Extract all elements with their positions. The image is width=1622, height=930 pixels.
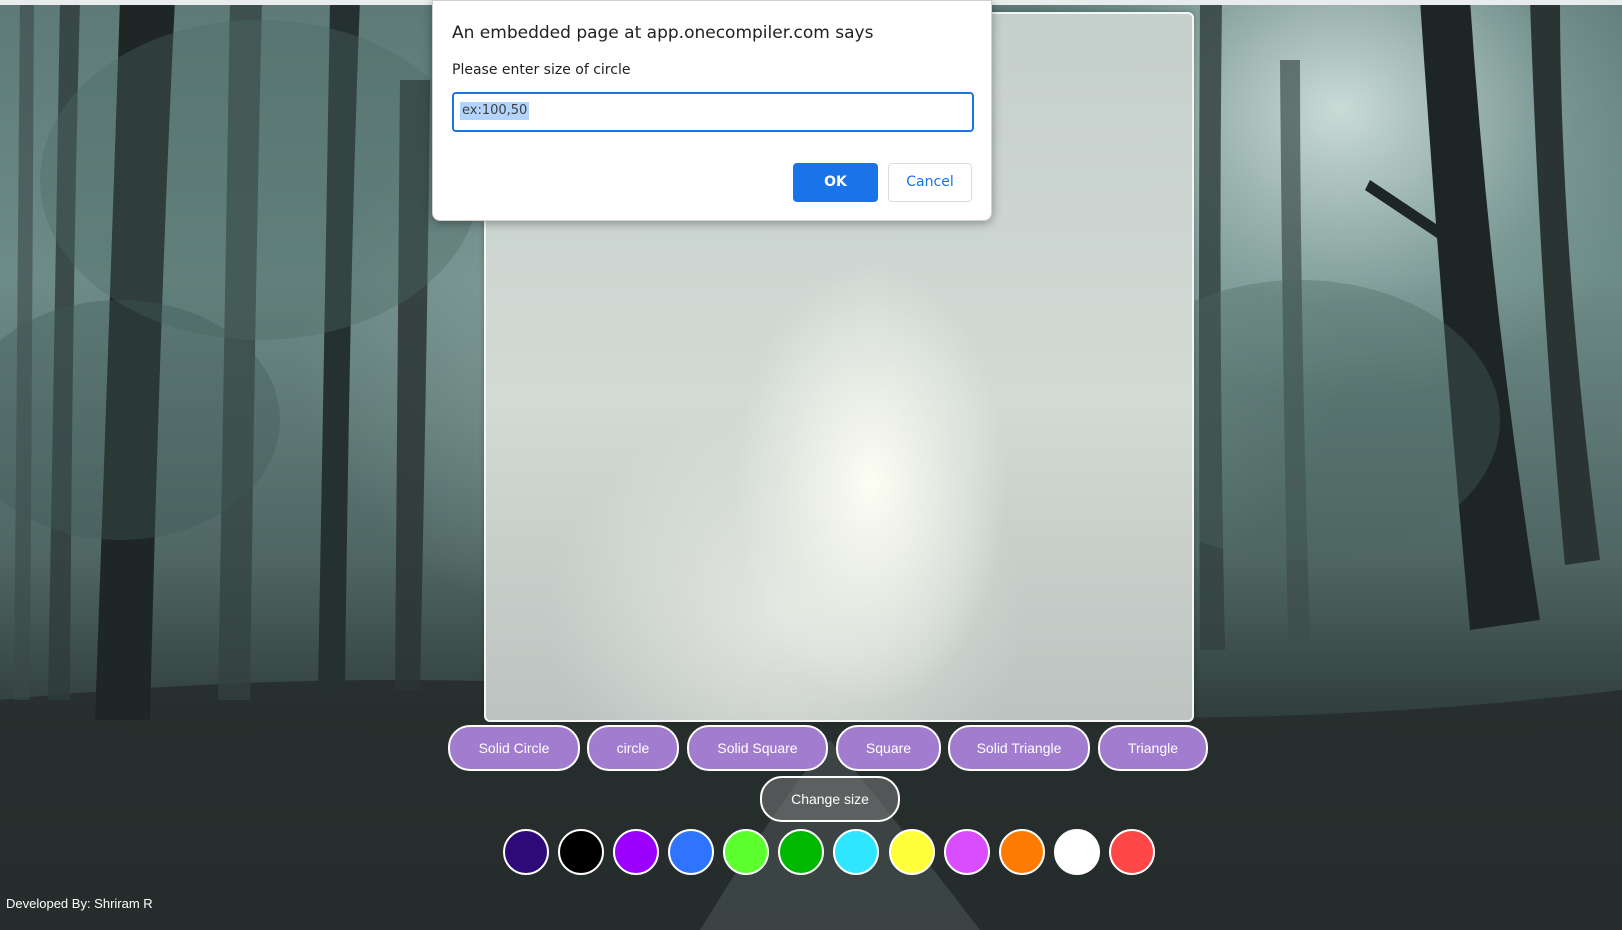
solid-square-button[interactable]: Solid Square (687, 725, 828, 771)
dialog-message: Please enter size of circle (452, 62, 631, 78)
swatch-blue[interactable] (668, 829, 714, 875)
change-size-button[interactable]: Change size (760, 776, 900, 822)
triangle-button[interactable]: Triangle (1098, 725, 1208, 771)
solid-triangle-button[interactable]: Solid Triangle (948, 725, 1090, 771)
circle-button[interactable]: circle (587, 725, 679, 771)
swatch-dark-purple[interactable] (503, 829, 549, 875)
prompt-dialog: An embedded page at app.onecompiler.com … (432, 0, 992, 221)
shape-button-row: Solid Circle circle Solid Square Square … (448, 725, 1208, 771)
square-button[interactable]: Square (836, 725, 941, 771)
developer-credit: Developed By: Shriram R (6, 896, 153, 911)
swatch-black[interactable] (558, 829, 604, 875)
swatch-green[interactable] (778, 829, 824, 875)
ok-button[interactable]: OK (793, 163, 878, 202)
swatch-light-green[interactable] (723, 829, 769, 875)
swatch-red[interactable] (1109, 829, 1155, 875)
swatch-white[interactable] (1054, 829, 1100, 875)
swatch-magenta[interactable] (944, 829, 990, 875)
swatch-cyan[interactable] (833, 829, 879, 875)
size-input-value: ex:100,50 (460, 102, 530, 120)
size-input-field[interactable]: ex:100,50 (452, 92, 974, 132)
cancel-button[interactable]: Cancel (888, 163, 972, 202)
swatch-violet[interactable] (613, 829, 659, 875)
swatch-orange[interactable] (999, 829, 1045, 875)
swatch-yellow[interactable] (889, 829, 935, 875)
dialog-title: An embedded page at app.onecompiler.com … (452, 23, 874, 43)
solid-circle-button[interactable]: Solid Circle (448, 725, 580, 771)
